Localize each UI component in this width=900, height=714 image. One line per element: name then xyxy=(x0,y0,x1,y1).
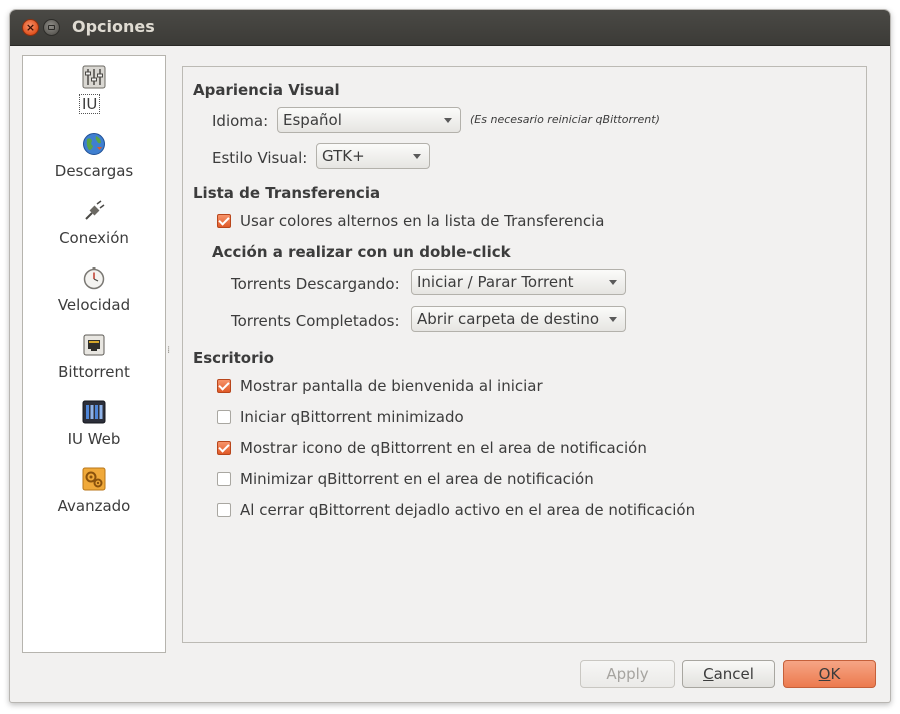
sidebar-item-conexion[interactable]: Conexión xyxy=(23,196,165,258)
chevron-down-icon xyxy=(413,154,421,159)
ok-mnemonic: O xyxy=(818,665,831,683)
language-combo-value: Español xyxy=(283,111,342,129)
visual-style-combo-value: GTK+ xyxy=(322,147,365,165)
close-to-tray-checkbox[interactable] xyxy=(217,503,231,517)
sidebar-item-label: Descargas xyxy=(54,162,134,180)
cancel-mnemonic: C xyxy=(703,665,714,683)
chevron-down-icon xyxy=(444,118,452,123)
sidebar-item-label: Conexión xyxy=(59,229,129,247)
sidebar-item-avanzado[interactable]: Avanzado xyxy=(23,464,165,526)
show-splash-checkbox[interactable] xyxy=(217,379,231,393)
options-category-list: IU Descargas Conexión Velocidad Bittorre… xyxy=(22,55,166,653)
restart-note: (Es necesario reiniciar qBittorrent) xyxy=(470,113,660,126)
downloading-action-combo[interactable]: Iniciar / Parar Torrent xyxy=(411,269,626,295)
language-label: Idioma: xyxy=(212,112,269,130)
gears-icon xyxy=(82,467,106,491)
sidebar-item-velocidad[interactable]: Velocidad xyxy=(23,263,165,325)
language-combo[interactable]: Español xyxy=(277,107,461,133)
splitter-handle[interactable]: ⁞ xyxy=(167,345,170,356)
completed-action-label: Torrents Completados: xyxy=(231,312,400,330)
show-tray-icon-checkbox[interactable] xyxy=(217,441,231,455)
ui-options-panel: Apariencia Visual Idioma: Español (Es ne… xyxy=(182,66,867,643)
visual-appearance-heading: Apariencia Visual xyxy=(193,81,340,99)
show-splash-label[interactable]: Mostrar pantalla de bienvenida al inicia… xyxy=(240,377,543,395)
sidebar-item-label: IU Web xyxy=(67,430,121,448)
close-to-tray-label[interactable]: Al cerrar qBittorrent dejadlo activo en … xyxy=(240,501,695,519)
sidebar-item-label: Velocidad xyxy=(57,296,131,314)
sidebar-item-label: IU xyxy=(78,94,101,114)
plug-icon xyxy=(85,200,105,220)
alt-colors-label[interactable]: Usar colores alternos en la lista de Tra… xyxy=(240,212,604,230)
cancel-button[interactable]: Cancel xyxy=(682,660,775,688)
double-click-heading: Acción a realizar con un doble-click xyxy=(212,243,511,261)
sidebar-item-descargas[interactable]: Descargas xyxy=(23,129,165,191)
start-minimized-label[interactable]: Iniciar qBittorrent minimizado xyxy=(240,408,464,426)
title-bar: × Opciones xyxy=(10,10,890,46)
visual-style-combo[interactable]: GTK+ xyxy=(316,143,430,169)
sliders-icon xyxy=(82,65,106,89)
chevron-down-icon xyxy=(609,280,617,285)
close-window-button[interactable]: × xyxy=(22,19,39,36)
apply-button[interactable]: Apply xyxy=(580,660,675,688)
sidebar-item-label: Bittorrent xyxy=(58,363,130,381)
sidebar-item-iu-web[interactable]: IU Web xyxy=(23,397,165,459)
visual-style-label: Estilo Visual: xyxy=(212,149,308,167)
minimize-window-button[interactable] xyxy=(43,19,60,36)
close-icon: × xyxy=(25,21,36,34)
sidebar-item-bittorrent[interactable]: Bittorrent xyxy=(23,330,165,392)
alt-colors-checkbox[interactable] xyxy=(217,214,231,228)
window-title: Opciones xyxy=(72,17,155,36)
sidebar-item-label: Avanzado xyxy=(57,497,131,515)
minimize-to-tray-label[interactable]: Minimizar qBittorrent en el area de noti… xyxy=(240,470,594,488)
sidebar-item-iu[interactable]: IU xyxy=(23,62,165,124)
downloading-action-label: Torrents Descargando: xyxy=(231,275,400,293)
options-dialog: × Opciones IU Descargas Conexión Velocid… xyxy=(9,9,891,703)
minimize-to-tray-checkbox[interactable] xyxy=(217,472,231,486)
downloading-action-value: Iniciar / Parar Torrent xyxy=(417,273,574,291)
desktop-heading: Escritorio xyxy=(193,349,274,367)
chevron-down-icon xyxy=(609,317,617,322)
globe-icon xyxy=(83,133,105,155)
network-port-icon xyxy=(83,334,105,356)
start-minimized-checkbox[interactable] xyxy=(217,410,231,424)
completed-action-value: Abrir carpeta de destino xyxy=(417,310,600,328)
transfer-list-heading: Lista de Transferencia xyxy=(193,184,381,202)
stopwatch-icon xyxy=(83,267,105,290)
ok-button[interactable]: OK xyxy=(783,660,876,688)
show-tray-icon-label[interactable]: Mostrar icono de qBittorrent en el area … xyxy=(240,439,647,457)
ok-label-rest: K xyxy=(830,665,841,683)
cancel-label-rest: ancel xyxy=(713,665,754,683)
web-ui-icon xyxy=(82,400,106,424)
completed-action-combo[interactable]: Abrir carpeta de destino xyxy=(411,306,626,332)
